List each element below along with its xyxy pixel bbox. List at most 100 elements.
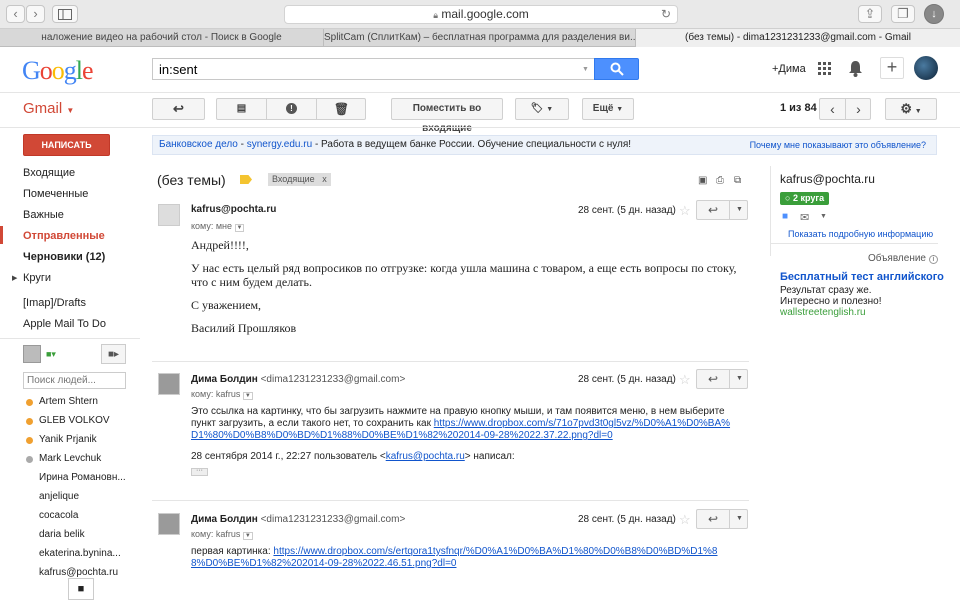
- chevron-down-icon[interactable]: ▼: [820, 213, 827, 220]
- reply-button[interactable]: ↩: [697, 510, 730, 528]
- details-dropdown-icon[interactable]: ▼: [242, 392, 253, 400]
- more-actions-button[interactable]: Ещё ▼: [582, 98, 634, 120]
- sidebar-item-apple-mail[interactable]: Apple Mail To Do: [23, 318, 106, 330]
- expand-arrow-icon[interactable]: ▶: [12, 274, 17, 282]
- sidebar-ad-title[interactable]: Бесплатный тест английского: [780, 271, 944, 283]
- account-avatar[interactable]: [914, 56, 938, 80]
- video-status-icon[interactable]: ■▾: [46, 349, 56, 360]
- people-search-input[interactable]: [23, 372, 126, 389]
- star-icon[interactable]: ☆: [679, 372, 691, 388]
- contact-item[interactable]: Mark Levchuk: [39, 453, 101, 464]
- back-to-list-button[interactable]: ↩: [152, 98, 205, 120]
- info-icon[interactable]: i: [928, 255, 938, 264]
- google-logo[interactable]: Google: [22, 56, 94, 86]
- show-details-link[interactable]: Показать подробную информацию: [788, 229, 933, 239]
- presence-status-icon: [26, 456, 33, 463]
- settings-button[interactable]: ⚙ ▼: [885, 98, 937, 120]
- quote-email-link[interactable]: kafrus@pochta.ru: [386, 451, 465, 462]
- sidebar-item-inbox[interactable]: Входящие: [23, 167, 75, 179]
- chat-button[interactable]: ■: [68, 578, 94, 600]
- ad-title-link[interactable]: Банковское дело: [159, 139, 238, 150]
- browser-tab-active[interactable]: (без темы) - dima1231231233@gmail.com - …: [636, 29, 960, 47]
- hangouts-avatar[interactable]: [23, 345, 41, 363]
- search-options-icon[interactable]: ▼: [582, 66, 589, 73]
- star-icon[interactable]: ☆: [679, 512, 691, 528]
- search-input[interactable]: [152, 58, 594, 80]
- sidebar-item-important[interactable]: Важные: [23, 209, 64, 221]
- email-envelope-icon[interactable]: ✉: [800, 211, 809, 224]
- message-body-line: Василий Прошляков: [191, 321, 297, 335]
- reply-button[interactable]: ↩: [697, 201, 730, 219]
- sidebar-item-imap-drafts[interactable]: [Imap]/Drafts: [23, 297, 86, 309]
- sidebar-item-drafts[interactable]: Черновики (12): [23, 251, 105, 263]
- compose-button[interactable]: НАПИСАТЬ: [23, 134, 110, 156]
- sender-avatar[interactable]: [158, 513, 180, 535]
- sender-avatar[interactable]: [158, 373, 180, 395]
- circles-badge[interactable]: ○ 2 круга: [780, 192, 830, 205]
- gmail-app-switcher[interactable]: Gmail ▼: [23, 100, 74, 117]
- sender-name[interactable]: kafrus@pochta.ru: [191, 204, 276, 215]
- contact-item[interactable]: GLEB VOLKOV: [39, 415, 110, 426]
- why-ad-link[interactable]: Почему мне показывают это объявление?: [750, 136, 926, 154]
- more-options-button[interactable]: ▼: [731, 370, 748, 388]
- tabs-overview-icon[interactable]: ❐: [891, 5, 915, 23]
- browser-tab[interactable]: наложение видео на рабочий стол - Поиск …: [0, 29, 324, 47]
- report-spam-button[interactable]: !: [267, 99, 317, 119]
- contact-item[interactable]: daria belik: [39, 529, 85, 540]
- sender-avatar[interactable]: [158, 204, 180, 226]
- contact-item[interactable]: Artem Shtern: [39, 396, 98, 407]
- labels-button[interactable]: 🏷︎ ▼: [515, 98, 569, 120]
- ad-site-link[interactable]: synergy.edu.ru: [247, 139, 312, 150]
- share-icon[interactable]: ⇪: [858, 5, 882, 23]
- sidebar-ad-site[interactable]: wallstreetenglish.ru: [780, 307, 866, 318]
- sidebar-ad-line: Результат сразу же.: [780, 285, 872, 296]
- sidebar-item-sent[interactable]: Отправленные: [23, 230, 105, 242]
- expand-all-icon[interactable]: ▣: [698, 175, 707, 186]
- print-icon[interactable]: ⎙: [716, 175, 724, 186]
- importance-marker-icon[interactable]: [240, 175, 252, 184]
- more-options-button[interactable]: ▼: [731, 201, 748, 219]
- downloads-icon[interactable]: ↓: [924, 4, 944, 24]
- archive-button[interactable]: ▤: [217, 99, 267, 119]
- video-call-button[interactable]: ■▸: [101, 344, 126, 364]
- prev-page-button[interactable]: ‹: [820, 99, 846, 119]
- label-text: Входящие: [272, 174, 315, 184]
- star-icon[interactable]: ☆: [679, 203, 691, 219]
- new-window-icon[interactable]: ⧉: [734, 175, 741, 186]
- move-to-inbox-button[interactable]: Поместить во входящие: [391, 98, 503, 134]
- details-dropdown-icon[interactable]: ▼: [242, 532, 253, 540]
- next-page-button[interactable]: ›: [846, 99, 871, 119]
- contact-item[interactable]: cocacola: [39, 510, 78, 521]
- user-profile-link[interactable]: +Дима: [772, 63, 806, 75]
- sender-name[interactable]: Дима Болдин <dima1231231233@gmail.com>: [191, 514, 405, 525]
- reload-icon[interactable]: ↻: [661, 6, 671, 23]
- search-icon: [610, 62, 624, 76]
- more-options-button[interactable]: ▼: [731, 510, 748, 528]
- reply-button[interactable]: ↩: [697, 370, 730, 388]
- contact-item[interactable]: Yanik Prjanik: [39, 434, 97, 445]
- sidebar-item-starred[interactable]: Помеченные: [23, 188, 88, 200]
- browser-tab[interactable]: SplitCam (СплитКам) – бесплатная програм…: [324, 29, 636, 47]
- sender-name[interactable]: Дима Болдин <dima1231231233@gmail.com>: [191, 374, 405, 385]
- remove-label-button[interactable]: x: [322, 174, 327, 184]
- sidebar-item-circles[interactable]: Круги: [23, 272, 51, 284]
- message-date: 28 сент. (5 дн. назад): [578, 374, 676, 385]
- contact-item[interactable]: anjelique: [39, 491, 79, 502]
- contact-item[interactable]: kafrus@pochta.ru: [39, 567, 118, 578]
- apps-grid-icon[interactable]: [818, 62, 831, 75]
- show-trimmed-content-button[interactable]: ···: [191, 467, 208, 476]
- delete-button[interactable]: 🗑︎: [317, 99, 366, 119]
- notifications-bell-icon[interactable]: [848, 60, 863, 80]
- share-plus-icon[interactable]: +: [880, 57, 904, 79]
- contact-item[interactable]: ekaterina.bynina...: [39, 548, 121, 559]
- back-button[interactable]: ‹: [6, 5, 25, 23]
- forward-button[interactable]: ›: [26, 5, 45, 23]
- sidebar-toggle-icon[interactable]: [52, 5, 78, 23]
- contact-item[interactable]: Ирина Романовн...: [39, 472, 126, 483]
- address-bar[interactable]: 🔒︎ mail.google.com ↻: [284, 5, 678, 24]
- details-dropdown-icon[interactable]: ▼: [234, 224, 245, 232]
- inbox-label-chip: Входящие x: [268, 173, 331, 186]
- ad-banner: Банковское дело - synergy.edu.ru - Работ…: [152, 135, 937, 155]
- search-button[interactable]: [594, 58, 639, 80]
- chat-icon[interactable]: ■: [782, 211, 788, 222]
